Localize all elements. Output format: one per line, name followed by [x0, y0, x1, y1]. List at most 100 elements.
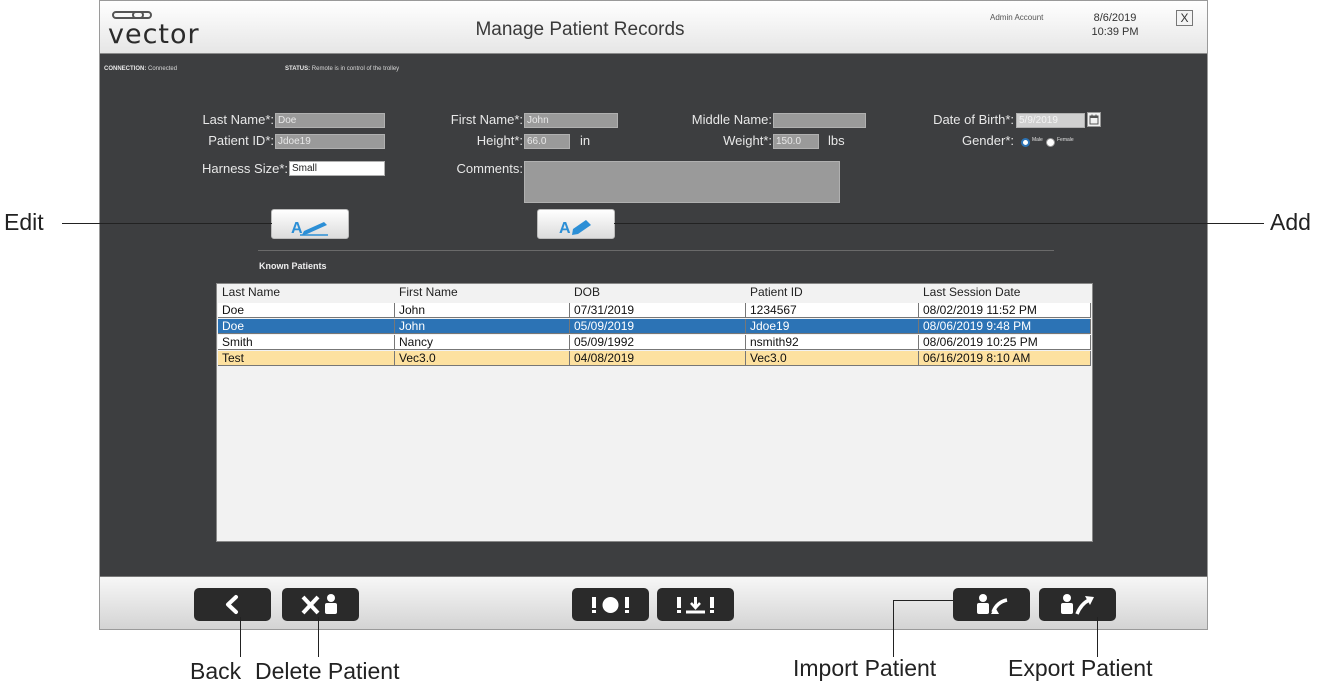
- table-row[interactable]: Doe John 07/31/2019 1234567 08/02/2019 1…: [218, 303, 1091, 318]
- dob-label: Date of Birth*:: [933, 112, 1014, 127]
- last-name-label: Last Name*:: [202, 112, 274, 127]
- cell-last-name: Smith: [218, 335, 395, 350]
- first-name-label: First Name*:: [450, 112, 523, 127]
- vector-logo: vector: [108, 7, 238, 49]
- bottom-toolbar: [100, 576, 1207, 629]
- date-display: 8/6/2019: [1093, 12, 1137, 24]
- download-button[interactable]: [657, 588, 734, 621]
- back-button[interactable]: [194, 588, 271, 621]
- callout-delete: Delete Patient: [255, 658, 400, 684]
- connection-value: Connected: [148, 66, 178, 72]
- import-patient-icon: [977, 594, 1008, 614]
- weight-field[interactable]: 150.0: [773, 134, 819, 149]
- gender-male-radio[interactable]: [1021, 138, 1030, 147]
- comments-label: Comments:: [456, 161, 523, 176]
- connection-label: CONNECTION:: [104, 66, 147, 72]
- callout-export: Export Patient: [1008, 655, 1153, 681]
- pencil-add-icon: A: [559, 220, 591, 237]
- height-label: Height*:: [476, 133, 523, 148]
- first-name-field[interactable]: John: [524, 113, 618, 128]
- table-row-selected[interactable]: Doe John 05/09/2019 Jdoe19 08/06/2019 9:…: [218, 319, 1091, 334]
- column-header-dob[interactable]: DOB: [570, 285, 746, 300]
- gender-male-label: Male: [1032, 137, 1043, 143]
- cell-last-name: Doe: [218, 303, 395, 318]
- cell-last-name: Test: [218, 351, 395, 366]
- table-row[interactable]: Smith Nancy 05/09/1992 nsmith92 08/06/20…: [218, 335, 1091, 350]
- comments-field[interactable]: [524, 161, 840, 203]
- column-header-patient-id[interactable]: Patient ID: [746, 285, 919, 300]
- chevron-left-icon: [226, 595, 238, 614]
- harness-size-select[interactable]: Small: [289, 161, 385, 176]
- callout-edit: Edit: [4, 209, 44, 235]
- callout-import-line: [893, 600, 894, 657]
- dob-field[interactable]: 5/9/2019: [1016, 113, 1085, 128]
- cell-first-name: Vec3.0: [395, 351, 570, 366]
- callout-add-line: [614, 223, 1264, 224]
- callout-back: Back: [190, 658, 242, 684]
- cell-last-session: 08/06/2019 9:48 PM: [919, 319, 1091, 334]
- cell-last-session: 08/06/2019 10:25 PM: [919, 335, 1091, 350]
- callout-import: Import Patient: [793, 655, 937, 681]
- cell-first-name: John: [395, 303, 570, 318]
- gender-female-label: Female: [1057, 137, 1074, 143]
- height-unit: in: [580, 133, 591, 148]
- app-window: vector Manage Patient Records Admin Acco…: [99, 0, 1208, 630]
- gender-label: Gender*:: [961, 133, 1014, 148]
- export-patient-icon: [1061, 594, 1094, 615]
- weight-label: Weight*:: [723, 133, 772, 148]
- gender-female-radio[interactable]: [1046, 138, 1055, 147]
- callout-export-line: [1097, 617, 1098, 657]
- delete-patient-icon: [301, 594, 337, 615]
- logo-word: vector: [108, 19, 200, 50]
- table-row-highlighted[interactable]: Test Vec3.0 04/08/2019 Vec3.0 06/16/2019…: [218, 351, 1091, 366]
- patient-id-field[interactable]: Jdoe19: [275, 134, 385, 149]
- cell-patient-id: 1234567: [746, 303, 919, 318]
- trolley-status: STATUS: Remote is in control of the trol…: [285, 66, 399, 72]
- cell-patient-id: nsmith92: [746, 335, 919, 350]
- cell-last-session: 08/02/2019 11:52 PM: [919, 303, 1091, 318]
- cell-dob: 05/09/1992: [570, 335, 746, 350]
- patients-table[interactable]: Last Name First Name DOB Patient ID Last…: [216, 283, 1093, 542]
- time-display: 10:39 PM: [1091, 26, 1139, 38]
- column-header-first-name[interactable]: First Name: [395, 285, 570, 300]
- cell-first-name: John: [395, 319, 570, 334]
- middle-name-field[interactable]: [773, 113, 866, 128]
- status-value: Remote is in control of the trolley: [311, 66, 400, 72]
- download-icon: [677, 597, 714, 614]
- patient-id-label: Patient ID*:: [208, 133, 274, 148]
- callout-back-line: [240, 617, 241, 657]
- table-header: Last Name First Name DOB Patient ID Last…: [218, 285, 1091, 300]
- cell-last-name: Doe: [218, 319, 395, 334]
- cell-dob: 04/08/2019: [570, 351, 746, 366]
- cell-patient-id: Jdoe19: [746, 319, 919, 334]
- section-divider: [258, 250, 1054, 251]
- add-button[interactable]: A: [537, 209, 615, 239]
- close-button[interactable]: X: [1176, 10, 1193, 26]
- connection-status: CONNECTION: Connected: [104, 66, 177, 72]
- cell-first-name: Nancy: [395, 335, 570, 350]
- known-patients-label: Known Patients: [259, 261, 327, 271]
- height-field[interactable]: 66.0: [524, 134, 570, 149]
- harness-size-label: Harness Size*:: [202, 161, 288, 176]
- logo-mark-link: [132, 11, 152, 19]
- pen-icon: A: [291, 220, 328, 237]
- cell-dob: 05/09/2019: [570, 319, 746, 334]
- alert-button[interactable]: [572, 588, 649, 621]
- edit-button[interactable]: A: [271, 209, 349, 239]
- callout-delete-line: [318, 617, 319, 657]
- column-header-last-session[interactable]: Last Session Date: [919, 285, 1091, 300]
- alert-icon: [592, 597, 629, 613]
- column-header-last-name[interactable]: Last Name: [218, 285, 395, 300]
- svg-text:A: A: [559, 220, 571, 237]
- last-name-field[interactable]: Doe: [275, 113, 385, 128]
- middle-name-label: Middle Name:: [691, 112, 772, 127]
- import-patient-button[interactable]: [953, 588, 1030, 621]
- callout-edit-line: [62, 223, 272, 224]
- calendar-icon[interactable]: [1087, 112, 1101, 127]
- cell-last-session: 06/16/2019 8:10 AM: [919, 351, 1091, 366]
- callout-add: Add: [1270, 209, 1311, 235]
- page-title: Manage Patient Records: [475, 19, 685, 40]
- delete-patient-button[interactable]: [282, 588, 359, 621]
- export-patient-button[interactable]: [1039, 588, 1116, 621]
- weight-unit: lbs: [828, 133, 845, 148]
